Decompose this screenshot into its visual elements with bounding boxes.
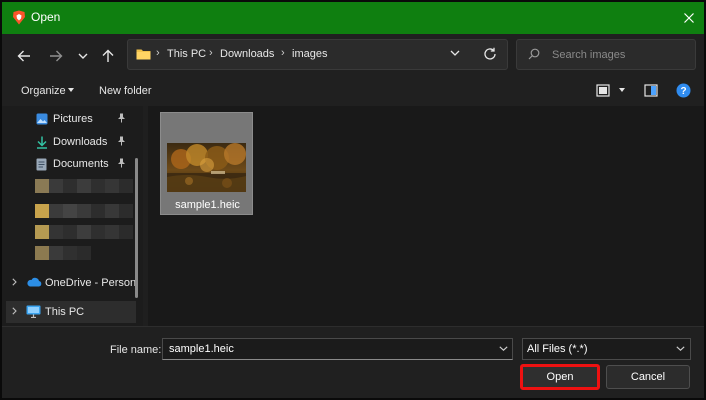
recent-locations-button[interactable] [73,46,93,66]
forward-button[interactable] [46,46,66,66]
arrow-up-icon [102,49,114,62]
file-type-value: All Files (*.*) [527,343,588,355]
back-button[interactable] [14,46,34,66]
file-name-field[interactable] [162,338,513,360]
view-options-icon[interactable] [596,84,610,97]
chevron-down-icon [78,53,88,59]
documents-icon [36,158,47,171]
pin-icon [118,158,125,168]
onedrive-icon [27,277,42,287]
redacted-folder-item [35,246,91,260]
sidebar-item-pictures[interactable]: Pictures [2,108,136,130]
redacted-folder-item [35,225,133,239]
breadcrumb-separator: › [209,47,213,59]
navigation-bar: › This PC › Downloads › images Search im… [2,34,704,78]
sidebar-item-documents[interactable]: Documents [2,153,136,175]
chevron-right-icon[interactable] [12,278,17,286]
breadcrumb-downloads[interactable]: Downloads [220,48,274,60]
sidebar-item-label: Pictures [53,113,93,125]
new-folder-button[interactable]: New folder [99,85,152,97]
sidebar-item-onedrive[interactable]: OneDrive - Person [6,272,136,294]
address-bar[interactable]: › This PC › Downloads › images [127,39,508,70]
folder-icon [136,49,151,60]
arrow-right-icon [50,50,63,62]
address-history-dropdown-icon[interactable] [450,50,460,56]
breadcrumb-this-pc[interactable]: This PC [167,48,206,60]
window-title: Open [31,10,61,24]
close-button[interactable] [674,2,704,34]
brave-app-icon [13,10,25,25]
title-bar: Open [2,2,704,34]
sidebar-item-label: Downloads [53,136,108,148]
organize-button[interactable]: Organize [21,85,66,97]
search-input[interactable]: Search images [516,39,696,70]
navigation-pane-scrollbar[interactable] [135,158,138,298]
file-item-selected[interactable]: sample1.heic [160,112,253,215]
sidebar-item-label: Documents [53,158,109,170]
breadcrumb-separator: › [281,47,285,59]
dialog-footer: File name: All Files (*.*) Open Cancel [2,326,704,398]
open-file-dialog: Open › This PC › Downloads › images Sear… [0,0,706,400]
help-icon[interactable]: ? [676,83,691,98]
redacted-folder-item [35,204,133,218]
refresh-icon[interactable] [483,47,497,61]
file-name-history-dropdown-icon[interactable] [499,346,508,351]
file-thumbnail [167,143,246,192]
breadcrumb-images[interactable]: images [292,48,327,60]
cancel-button[interactable]: Cancel [606,365,690,389]
search-icon [528,48,540,60]
chevron-down-icon [676,346,685,351]
caret-down-icon [68,88,74,92]
search-placeholder: Search images [552,49,626,61]
chevron-right-icon[interactable] [12,307,17,315]
sidebar-item-this-pc[interactable]: This PC [6,301,136,323]
navigation-pane: Pictures Downloads Documents OneDrive - … [2,106,143,326]
up-button[interactable] [98,46,118,66]
breadcrumb-separator: › [156,47,160,59]
sidebar-item-downloads[interactable]: Downloads [2,131,136,153]
file-name-label: File name: [110,344,162,356]
arrow-left-icon [17,50,30,62]
redacted-folder-item [35,179,133,193]
this-pc-icon [26,305,41,318]
pin-icon [118,136,125,146]
close-icon [684,13,694,23]
svg-text:?: ? [680,86,686,97]
downloads-icon [37,136,47,149]
pictures-icon [36,113,48,125]
file-item-name: sample1.heic [175,199,240,211]
view-caret-down-icon[interactable] [619,88,625,92]
file-list-view: sample1.heic [148,106,704,326]
preview-pane-icon[interactable] [644,84,658,97]
file-type-select[interactable]: All Files (*.*) [522,338,691,360]
sidebar-item-label: OneDrive - Person [45,277,137,289]
open-button[interactable]: Open [520,364,600,390]
command-bar: Organize New folder ? [2,78,704,106]
sidebar-item-label: This PC [45,306,85,318]
pin-icon [118,113,125,123]
